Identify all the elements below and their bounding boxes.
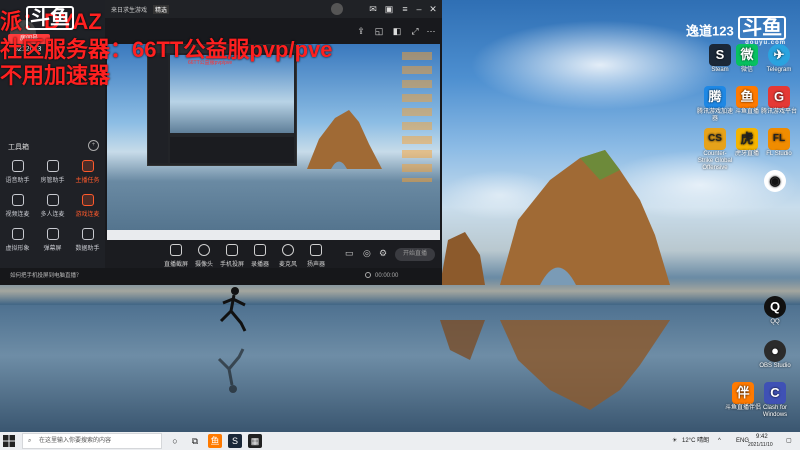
app-icon: ◉ xyxy=(764,170,786,192)
desktop-icon-tencent-games[interactable]: G 腾讯游戏平台 xyxy=(760,86,798,116)
desktop-icon-fl-studio[interactable]: FL FL Studio xyxy=(760,128,798,158)
ctrl-speaker[interactable]: 扬声器 xyxy=(303,244,329,268)
taskbar: ⌕ 在这里输入你要搜索的内容 ○ ⧉ 鱼 S ▦ ☀ 12°C 晴朗 ^ ENG… xyxy=(0,432,800,450)
rock-reflection xyxy=(440,320,670,410)
tools-header: 工具箱 xyxy=(8,144,29,151)
telegram-icon: ✈ xyxy=(768,44,790,66)
mail-icon[interactable]: ✉ xyxy=(367,3,379,15)
status-hint[interactable]: 如何把手机投屏到电脑直播？ xyxy=(0,268,105,285)
tool-danmu-screen[interactable]: 弹幕屏 xyxy=(35,228,70,252)
mic-icon xyxy=(282,244,294,256)
obs-icon: ● xyxy=(764,340,786,362)
tool-data-assistant[interactable]: 数据助手 xyxy=(70,228,105,252)
tool-room-manager[interactable]: 房管助手 xyxy=(35,160,70,184)
douyu-watermark-right: 逸道123 斗鱼 douyu.com xyxy=(686,16,787,46)
overlay-line-3: 不用加速器 xyxy=(0,63,111,88)
qq-icon: Q xyxy=(764,296,786,318)
ctrl-screenshot[interactable]: 直播截屏 xyxy=(163,244,189,268)
share-icon[interactable]: ⇪ xyxy=(355,25,367,37)
user-avatar[interactable] xyxy=(331,3,343,15)
skin-icon[interactable]: ▣ xyxy=(383,3,395,15)
manager-icon xyxy=(46,160,59,172)
fullscreen-icon[interactable]: ⤢ xyxy=(409,25,421,37)
clock-date[interactable]: 2021/11/10 xyxy=(748,436,773,454)
layout-icon[interactable]: ◧ xyxy=(391,25,403,37)
phone-cast-icon xyxy=(226,244,238,256)
taskbar-steam-icon[interactable]: S xyxy=(228,434,242,448)
weather[interactable]: 12°C 晴朗 xyxy=(682,432,709,450)
douyu-companion-icon: 伴 xyxy=(732,382,754,404)
ctrl-phone-cast[interactable]: 手机投屏 xyxy=(219,244,245,268)
data-icon xyxy=(81,228,94,240)
info-icon[interactable]: ◎ xyxy=(363,248,371,259)
start-live-button[interactable]: 开始直播 xyxy=(395,248,435,261)
desktop-icon-obs[interactable]: ● OBS Studio xyxy=(756,340,794,370)
fl-studio-icon: FL xyxy=(768,128,790,150)
avatar-icon xyxy=(11,228,24,240)
task-view-icon[interactable]: ○ xyxy=(168,434,182,448)
wechat-icon: 微 xyxy=(736,44,758,66)
nested-taskbar xyxy=(107,230,440,240)
more-icon[interactable]: ⋯ xyxy=(425,25,437,37)
rock-arch xyxy=(440,150,670,285)
scene-icon[interactable]: ◱ xyxy=(373,25,385,37)
speaker-icon xyxy=(310,244,322,256)
csgo-icon: CS xyxy=(704,128,726,150)
ctrl-microphone[interactable]: 麦克风 xyxy=(275,244,301,268)
nested-preview xyxy=(170,55,294,133)
status-strip: 00:00:00 xyxy=(105,268,442,285)
close-icon[interactable]: ✕ xyxy=(427,3,439,15)
preview-rock xyxy=(307,110,382,169)
douyu-icon: 鱼 xyxy=(736,86,758,108)
live-preview[interactable]: 66TT公益服pvp/pve xyxy=(107,44,440,240)
game-link-icon xyxy=(81,194,94,206)
desktop-icon-clash[interactable]: C Clash for Windows xyxy=(756,382,794,419)
title-bar: 来日求生游戏 精选 ✉ ▣ ≡ – ✕ xyxy=(105,0,442,18)
video-link-icon xyxy=(11,194,24,206)
tencent-games-icon: G xyxy=(768,86,790,108)
tool-video-link[interactable]: 视频连麦 xyxy=(0,194,35,218)
camera-icon xyxy=(198,244,210,256)
camera-toggle-icon[interactable]: ▭ xyxy=(345,248,354,259)
ctrl-camera[interactable]: 摄像头 xyxy=(191,244,217,268)
voice-icon xyxy=(11,160,24,172)
live-timer: 00:00:00 xyxy=(375,273,399,279)
desktop-icon-qq-placeholder[interactable]: ◉ xyxy=(756,170,794,193)
desktop-icon-qq[interactable]: Q QQ xyxy=(756,296,794,326)
accelerator-icon: 腾 xyxy=(704,86,726,108)
task-icon xyxy=(81,160,94,172)
screenshot-icon xyxy=(170,244,182,256)
clock-icon xyxy=(365,272,371,278)
weather-icon[interactable]: ☀ xyxy=(672,432,677,450)
tool-multi-link[interactable]: 多人连麦 xyxy=(35,194,70,218)
notification-icon[interactable]: ▢ xyxy=(786,432,792,450)
runner-silhouette xyxy=(217,287,247,393)
taskbar-douyu-icon[interactable]: 鱼 xyxy=(208,434,222,448)
taskbar-search-input[interactable]: ⌕ 在这里输入你要搜索的内容 xyxy=(22,433,162,449)
minimize-icon[interactable]: – xyxy=(413,3,425,15)
multitask-icon[interactable]: ⧉ xyxy=(188,434,202,448)
tool-voice-assistant[interactable]: 语音助手 xyxy=(0,160,35,184)
multi-link-icon xyxy=(46,194,59,206)
taskbar-game-icon[interactable]: ▦ xyxy=(248,434,262,448)
douyu-watermark-left: 斗鱼 xyxy=(26,6,74,30)
windows-start-icon[interactable] xyxy=(3,435,15,447)
search-icon: ⌕ xyxy=(28,438,32,444)
tray-chevron-icon[interactable]: ^ xyxy=(718,432,721,450)
settings-icon[interactable]: ⚙ xyxy=(379,248,387,259)
tab-featured[interactable]: 精选 xyxy=(153,5,170,14)
tool-anchor-task[interactable]: 主播任务 xyxy=(70,160,105,184)
menu-icon[interactable]: ≡ xyxy=(399,3,411,15)
tool-game-link[interactable]: 游戏连麦 xyxy=(70,194,105,218)
danmu-icon xyxy=(46,228,59,240)
record-icon xyxy=(254,244,266,256)
desktop-icon-telegram[interactable]: ✈ Telegram xyxy=(760,44,798,74)
ctrl-recorder[interactable]: 录播器 xyxy=(247,244,273,268)
huya-icon: 虎 xyxy=(736,128,758,150)
nested-desktop-icons xyxy=(402,52,432,182)
tool-virtual-avatar[interactable]: 虚拟形象 xyxy=(0,228,35,252)
clash-icon: C xyxy=(764,382,786,404)
tab-game-title[interactable]: 来日求生游戏 xyxy=(111,5,147,14)
tools-settings-icon[interactable]: + xyxy=(88,140,99,151)
